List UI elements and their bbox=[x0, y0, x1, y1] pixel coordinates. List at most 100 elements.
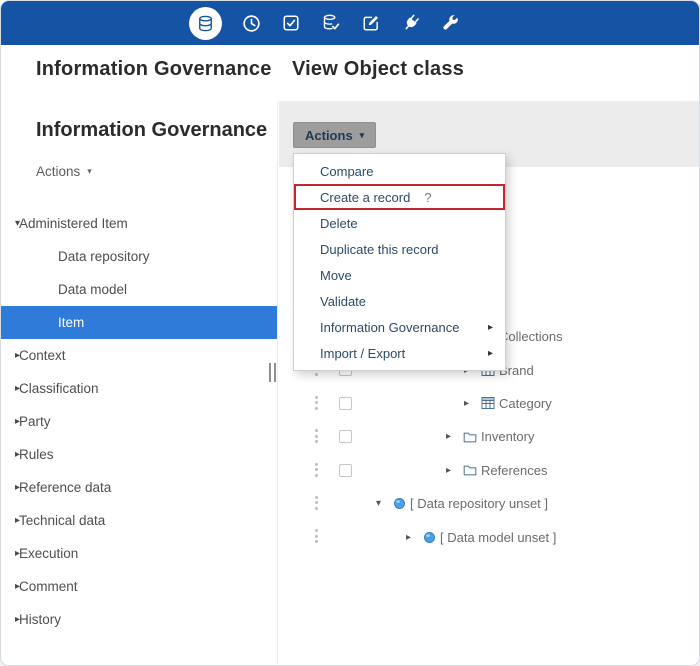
menu-item-label: Delete bbox=[320, 216, 358, 231]
sidebar-item-label: Comment bbox=[19, 579, 78, 594]
caret-right-icon[interactable] bbox=[446, 431, 459, 442]
chevron-down-icon: ▾ bbox=[360, 130, 365, 141]
caret-right-icon[interactable] bbox=[464, 398, 477, 409]
menu-item-validate[interactable]: Validate bbox=[294, 288, 505, 314]
menu-item-compare[interactable]: Compare bbox=[294, 158, 505, 184]
actions-button-label: Actions bbox=[305, 128, 353, 143]
wrench-icon[interactable] bbox=[440, 12, 462, 34]
kebab-menu-icon[interactable] bbox=[315, 429, 318, 443]
database-check-icon[interactable] bbox=[320, 12, 342, 34]
data-model-icon bbox=[423, 531, 436, 544]
row-label[interactable]: References bbox=[481, 463, 547, 478]
caret-right-icon[interactable] bbox=[1, 515, 19, 526]
sidebar-item-execution[interactable]: Execution bbox=[1, 537, 277, 570]
menu-item-label: Move bbox=[320, 268, 352, 283]
menu-item-label: Validate bbox=[320, 294, 366, 309]
sidebar-title: Information Governance bbox=[36, 119, 277, 142]
table-row: Inventory bbox=[279, 420, 699, 453]
submenu-arrow-icon: ▸ bbox=[488, 348, 493, 359]
submenu-arrow-icon: ▸ bbox=[488, 322, 493, 333]
sidebar-item-administered-item[interactable]: Administered Item bbox=[1, 207, 277, 240]
menu-item-label: Compare bbox=[320, 164, 373, 179]
sidebar-item-label: Data repository bbox=[58, 249, 150, 264]
sidebar-item-history[interactable]: History bbox=[1, 603, 277, 636]
row-checkbox[interactable] bbox=[339, 397, 352, 410]
table-row: [ Data model unset ] bbox=[279, 520, 699, 553]
sidebar-item-party[interactable]: Party bbox=[1, 405, 277, 438]
caret-right-icon[interactable] bbox=[1, 449, 19, 460]
sidebar-item-data-repository[interactable]: Data repository bbox=[1, 240, 277, 273]
caret-right-icon[interactable] bbox=[1, 383, 19, 394]
caret-right-icon[interactable] bbox=[1, 581, 19, 592]
kebab-menu-icon[interactable] bbox=[315, 496, 318, 510]
sidebar-item-comment[interactable]: Comment bbox=[1, 570, 277, 603]
caret-right-icon[interactable] bbox=[406, 532, 419, 543]
menu-item-duplicate-this-record[interactable]: Duplicate this record bbox=[294, 236, 505, 262]
kebab-menu-icon[interactable] bbox=[315, 529, 318, 543]
folder-icon bbox=[463, 430, 477, 444]
chevron-down-icon: ▾ bbox=[87, 166, 92, 177]
top-nav-icons bbox=[189, 1, 462, 45]
sidebar-item-label: Data model bbox=[58, 282, 127, 297]
caret-down-icon[interactable] bbox=[1, 218, 19, 229]
caret-right-icon[interactable] bbox=[1, 548, 19, 559]
caret-right-icon[interactable] bbox=[1, 614, 19, 625]
menu-item-label: Import / Export bbox=[320, 346, 405, 361]
actions-button[interactable]: Actions ▾ bbox=[293, 122, 376, 148]
caret-right-icon[interactable] bbox=[1, 482, 19, 493]
caret-right-icon[interactable] bbox=[1, 416, 19, 427]
caret-right-icon[interactable] bbox=[1, 350, 19, 361]
menu-item-import-export[interactable]: Import / Export ▸ bbox=[294, 340, 505, 366]
row-checkbox[interactable] bbox=[339, 464, 352, 477]
caret-down-icon[interactable] bbox=[376, 498, 389, 509]
plug-icon[interactable] bbox=[400, 12, 422, 34]
table-row: [ Data repository unset ] bbox=[279, 487, 699, 520]
row-label[interactable]: Category bbox=[499, 396, 552, 411]
content-area: Actions ▾ Collections bbox=[279, 101, 699, 665]
sidebar-item-label: Rules bbox=[19, 447, 54, 462]
kebab-menu-icon[interactable] bbox=[315, 396, 318, 410]
panel-resize-handle[interactable] bbox=[269, 363, 276, 382]
clock-icon[interactable] bbox=[240, 12, 262, 34]
menu-item-label: Information Governance bbox=[320, 320, 459, 335]
sidebar-item-label: Execution bbox=[19, 546, 78, 561]
sidebar-item-rules[interactable]: Rules bbox=[1, 438, 277, 471]
sidebar-item-classification[interactable]: Classification bbox=[1, 372, 277, 405]
table-row: References bbox=[279, 454, 699, 487]
row-label[interactable]: [ Data repository unset ] bbox=[410, 496, 548, 511]
sidebar-item-label: Party bbox=[19, 414, 51, 429]
sidebar-item-data-model[interactable]: Data model bbox=[1, 273, 277, 306]
sidebar-item-context[interactable]: Context bbox=[1, 339, 277, 372]
menu-item-create-a-record[interactable]: Create a record ? bbox=[294, 184, 505, 210]
sidebar-item-reference-data[interactable]: Reference data bbox=[1, 471, 277, 504]
task-check-icon[interactable] bbox=[280, 12, 302, 34]
menu-item-label: Duplicate this record bbox=[320, 242, 439, 257]
help-hint[interactable]: ? bbox=[424, 190, 431, 205]
sidebar-item-label: Classification bbox=[19, 381, 99, 396]
row-label[interactable]: Collections bbox=[499, 329, 563, 344]
sidebar: Information Governance Actions ▾ Adminis… bbox=[1, 101, 278, 665]
folder-icon bbox=[463, 463, 477, 477]
menu-item-delete[interactable]: Delete bbox=[294, 210, 505, 236]
menu-item-move[interactable]: Move bbox=[294, 262, 505, 288]
menu-item-label: Create a record bbox=[320, 190, 410, 205]
sidebar-item-label: Item bbox=[58, 315, 84, 330]
row-label[interactable]: [ Data model unset ] bbox=[440, 530, 556, 545]
sidebar-actions-dropdown[interactable]: Actions ▾ bbox=[36, 164, 92, 179]
sidebar-item-label: Reference data bbox=[19, 480, 111, 495]
top-navigation-bar bbox=[1, 1, 699, 45]
actions-menu: Compare Create a record ? Delete Duplica… bbox=[293, 153, 506, 371]
sidebar-item-technical-data[interactable]: Technical data bbox=[1, 504, 277, 537]
sidebar-item-label: Technical data bbox=[19, 513, 105, 528]
row-checkbox[interactable] bbox=[339, 430, 352, 443]
row-label[interactable]: Inventory bbox=[481, 429, 534, 444]
database-icon[interactable] bbox=[189, 7, 222, 40]
table-row: Category bbox=[279, 387, 699, 420]
menu-item-information-governance[interactable]: Information Governance ▸ bbox=[294, 314, 505, 340]
caret-right-icon[interactable] bbox=[446, 465, 459, 476]
sidebar-actions-label: Actions bbox=[36, 164, 80, 179]
page-title: View Object class bbox=[292, 58, 464, 81]
kebab-menu-icon[interactable] bbox=[315, 463, 318, 477]
edit-check-icon[interactable] bbox=[360, 12, 382, 34]
sidebar-item-item[interactable]: Item bbox=[1, 306, 277, 339]
